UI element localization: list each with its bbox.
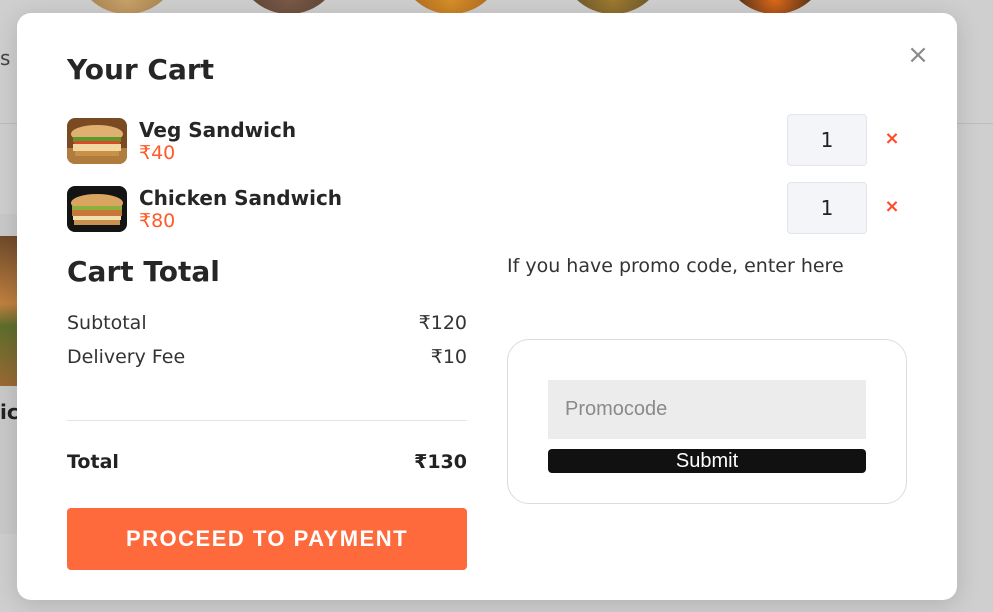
cart-item: Veg Sandwich ₹40 1 × xyxy=(67,114,907,166)
total-value: ₹130 xyxy=(414,451,467,473)
cart-modal: × Your Cart Veg Sandwich ₹40 1 × Chicken… xyxy=(17,13,957,600)
background-food-title: ic xyxy=(0,400,19,424)
veg-sandwich-image xyxy=(67,118,127,164)
promocode-input[interactable] xyxy=(548,380,866,439)
item-price: ₹40 xyxy=(139,142,176,164)
quantity-field[interactable]: 1 xyxy=(787,182,867,234)
remove-item-icon[interactable]: × xyxy=(881,196,903,218)
category-image xyxy=(74,0,180,14)
promo-hint: If you have promo code, enter here xyxy=(507,255,844,277)
background-category-label: s xyxy=(0,46,11,70)
cart-item: Chicken Sandwich ₹80 1 × xyxy=(67,182,907,234)
category-image xyxy=(236,0,342,14)
subtotal-value: ₹120 xyxy=(418,312,467,334)
chicken-sandwich-image xyxy=(67,186,127,232)
category-image xyxy=(560,0,666,14)
cart-total-title: Cart Total xyxy=(67,255,220,288)
remove-item-icon[interactable]: × xyxy=(881,128,903,150)
item-name: Veg Sandwich xyxy=(139,118,297,142)
submit-promo-button[interactable]: Submit xyxy=(548,449,866,473)
promo-card: Submit xyxy=(507,339,907,504)
divider xyxy=(67,420,467,421)
delivery-fee-label: Delivery Fee xyxy=(67,346,186,368)
item-price: ₹80 xyxy=(139,210,176,232)
category-image xyxy=(398,0,504,14)
category-image xyxy=(722,0,828,14)
subtotal-label: Subtotal xyxy=(67,312,147,334)
quantity-field[interactable]: 1 xyxy=(787,114,867,166)
close-icon[interactable]: × xyxy=(906,42,930,68)
proceed-to-payment-button[interactable]: PROCEED TO PAYMENT xyxy=(67,508,467,570)
cart-title: Your Cart xyxy=(67,53,215,86)
delivery-fee-value: ₹10 xyxy=(430,346,467,368)
total-label: Total xyxy=(67,451,119,473)
item-name: Chicken Sandwich xyxy=(139,186,343,210)
